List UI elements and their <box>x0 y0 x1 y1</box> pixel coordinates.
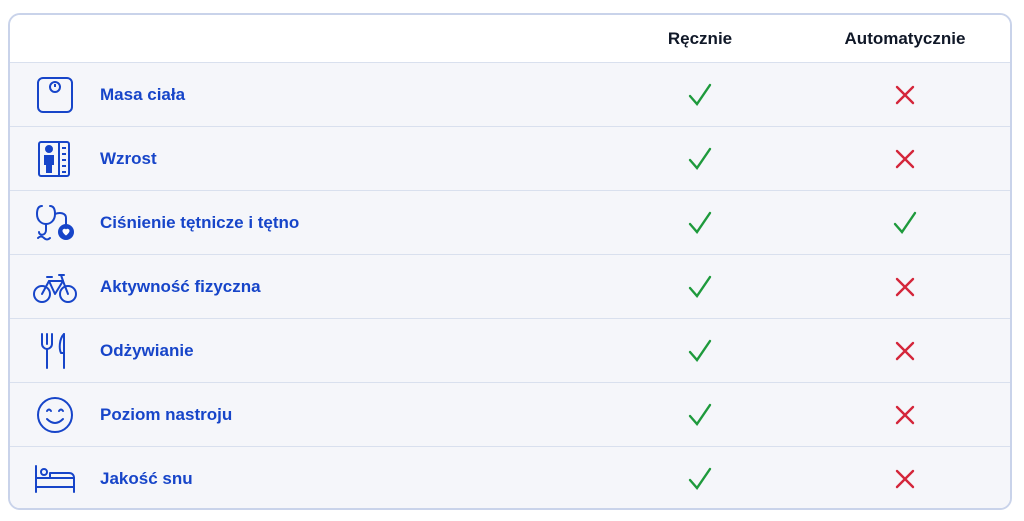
check-icon <box>830 210 980 236</box>
bicycle-icon <box>10 269 100 305</box>
check-icon <box>630 82 770 108</box>
column-header-automatic: Automatycznie <box>844 28 966 48</box>
table-row: Ciśnienie tętnicze i tętno <box>10 191 1010 255</box>
check-icon <box>630 402 770 428</box>
table-row: Jakość snu <box>10 447 1010 508</box>
column-header-manual: Ręcznie <box>667 28 733 48</box>
check-icon <box>630 338 770 364</box>
smiley-icon <box>10 395 100 435</box>
table-row: Aktywność fizyczna <box>10 255 1010 319</box>
check-icon <box>630 274 770 300</box>
cross-icon <box>830 148 980 170</box>
check-icon <box>630 210 770 236</box>
scale-icon <box>10 75 100 115</box>
table-header: Ręcznie Automatycznie <box>10 15 1010 63</box>
row-label: Wzrost <box>100 148 157 168</box>
cross-icon <box>830 84 980 106</box>
cross-icon <box>830 276 980 298</box>
row-label: Jakość snu <box>100 468 193 488</box>
bed-icon <box>10 463 100 495</box>
check-icon <box>630 466 770 492</box>
row-label: Aktywność fizyczna <box>100 276 261 296</box>
check-icon <box>630 146 770 172</box>
table-row: Odżywianie <box>10 319 1010 383</box>
row-label: Masa ciała <box>100 84 186 104</box>
fork-knife-icon <box>10 331 100 371</box>
row-label: Ciśnienie tętnicze i tętno <box>100 212 300 232</box>
cross-icon <box>830 340 980 362</box>
row-label: Odżywianie <box>100 340 194 360</box>
cross-icon <box>830 468 980 490</box>
height-meter-icon <box>10 139 100 179</box>
table-row: Poziom nastroju <box>10 383 1010 447</box>
table-row: Wzrost <box>10 127 1010 191</box>
stethoscope-heart-icon <box>10 202 100 244</box>
table-row: Masa ciała <box>10 63 1010 127</box>
row-label: Poziom nastroju <box>100 404 233 424</box>
cross-icon <box>830 404 980 426</box>
comparison-table: Ręcznie Automatycznie Masa ciała Wzrost … <box>8 13 1012 510</box>
